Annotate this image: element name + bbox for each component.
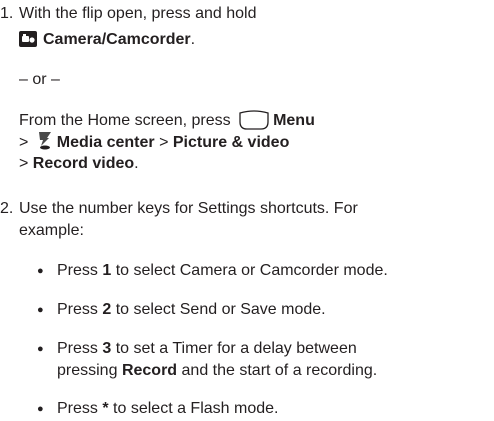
- period: .: [190, 31, 196, 48]
- breadcrumb-separator: >: [19, 155, 29, 172]
- press-word: Press: [57, 301, 98, 318]
- step-1-line-4: > Media center > Picture & video: [19, 132, 289, 156]
- or-separator: – or –: [19, 71, 60, 88]
- bullet-text: to select a Flash mode.: [113, 400, 279, 417]
- press-word: Press: [57, 340, 98, 357]
- menu-label: Menu: [273, 112, 315, 129]
- key-label: 1: [102, 262, 112, 279]
- bullet-dot: ●: [37, 343, 44, 355]
- bullet-dot: ●: [37, 403, 44, 415]
- bullet-text: pressing: [57, 362, 118, 379]
- bullet-text: to set a Timer for a delay between: [115, 340, 357, 357]
- key-label: 3: [102, 340, 112, 357]
- bullet-text: to select Send or Save mode.: [115, 301, 326, 318]
- step-text: example:: [19, 222, 84, 239]
- step-1-line-2: Camera/Camcorder.: [19, 30, 195, 53]
- press-word: Press: [57, 262, 98, 279]
- bullet-continuation: pressing Record and the start of a recor…: [57, 361, 377, 381]
- bullet-text: and the start of a recording.: [181, 362, 378, 379]
- media-center-label: Media center: [56, 134, 155, 151]
- press-word: Press: [57, 400, 98, 417]
- step-2-line-1: 2. Use the number keys for Settings shor…: [0, 199, 358, 219]
- bullet-text: to select Camera or Camcorder mode.: [115, 262, 388, 279]
- bullet-item: ● Press 3 to set a Timer for a delay bet…: [0, 339, 357, 359]
- step-1-line-5: > Record video.: [19, 154, 139, 174]
- step-number: 2.: [0, 200, 14, 217]
- record-label: Record: [121, 362, 178, 379]
- camera-camcorder-label: Camera/Camcorder: [43, 31, 191, 48]
- step-text: Use the number keys for Settings shortcu…: [19, 200, 358, 217]
- bullet-item: ● Press 1 to select Camera or Camcorder …: [0, 261, 388, 281]
- bullet-dot: ●: [37, 304, 44, 316]
- bullet-item: ● Press * to select a Flash mode.: [0, 399, 278, 419]
- step-text: With the flip open, press and hold: [19, 5, 257, 22]
- period: .: [134, 155, 139, 172]
- step-number: 1.: [0, 5, 14, 22]
- breadcrumb-separator: >: [159, 134, 169, 151]
- key-label: 2: [102, 301, 112, 318]
- camera-icon: [19, 31, 37, 53]
- picture-video-label: Picture & video: [172, 134, 290, 151]
- key-label: *: [102, 400, 109, 417]
- record-video-label: Record video: [32, 155, 135, 172]
- breadcrumb-separator: >: [19, 134, 29, 151]
- media-center-icon: [37, 132, 53, 156]
- bullet-item: ● Press 2 to select Send or Save mode.: [0, 300, 326, 320]
- bullet-dot: ●: [37, 265, 44, 277]
- step-1-line-1: 1. With the flip open, press and hold: [0, 4, 256, 24]
- home-prefix: From the Home screen, press: [19, 112, 231, 129]
- document-page: 1. With the flip open, press and hold Ca…: [0, 0, 494, 421]
